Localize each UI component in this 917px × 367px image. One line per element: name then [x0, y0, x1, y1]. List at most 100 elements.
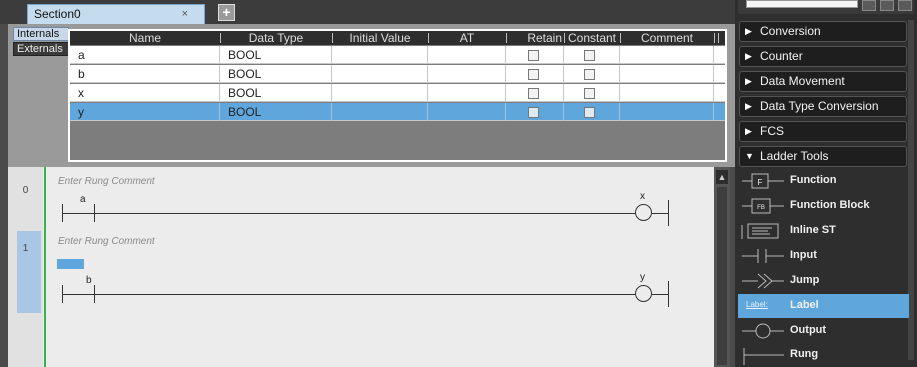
toolbox-item-jump[interactable]: Jump [738, 269, 909, 293]
table-row-selected[interactable]: y BOOL [70, 103, 725, 121]
search-option-button[interactable] [898, 0, 912, 11]
search-option-button[interactable] [880, 0, 894, 11]
variable-at[interactable] [428, 103, 506, 121]
rung-number: 1 [22, 243, 29, 254]
variable-at[interactable] [428, 65, 506, 83]
contact-variable[interactable]: a [80, 194, 86, 205]
variable-initial-value[interactable] [332, 103, 428, 121]
toolbox-category-counter[interactable]: ▶ Counter [739, 46, 907, 67]
constant-checkbox[interactable] [584, 50, 595, 61]
variable-name[interactable]: a [70, 46, 220, 64]
toolbox-category-conversion[interactable]: ▶ Conversion [739, 21, 907, 42]
variable-comment[interactable] [620, 46, 714, 64]
column-header-name[interactable]: Name [70, 31, 220, 45]
toolbox-category-data-movement[interactable]: ▶ Data Movement [739, 71, 907, 92]
output-coil[interactable] [635, 285, 652, 302]
svg-text:FB: FB [757, 205, 765, 211]
add-section-button[interactable]: + [218, 4, 235, 21]
toolbox-item-input[interactable]: Input [738, 244, 909, 268]
variable-name[interactable]: b [70, 65, 220, 83]
column-header-initial-value[interactable]: Initial Value [332, 31, 428, 45]
variable-name[interactable]: y [70, 103, 220, 121]
column-header-retain[interactable]: Retain [506, 31, 564, 45]
rung-label-marker[interactable] [57, 259, 84, 269]
rung-wire [94, 213, 640, 214]
variable-comment[interactable] [620, 103, 714, 121]
toolbox-item-label[interactable]: Label: Label [738, 294, 909, 318]
contact-variable[interactable]: b [86, 275, 92, 286]
inline-st-icon [741, 223, 779, 239]
variable-data-type[interactable]: BOOL [220, 103, 332, 121]
right-power-rail [668, 281, 669, 307]
column-header-constant[interactable]: Constant [564, 31, 620, 45]
collapsed-arrow-icon: ▶ [745, 101, 752, 111]
retain-checkbox[interactable] [528, 69, 539, 80]
ladder-editor[interactable]: 0 Enter Rung Comment a x 1 Enter Rung Co… [8, 167, 714, 367]
coil-variable[interactable]: x [640, 191, 645, 202]
toolbox-item-inline-st[interactable]: Inline ST [738, 219, 909, 243]
rung-comment[interactable]: Enter Rung Comment [58, 176, 155, 187]
retain-checkbox[interactable] [528, 50, 539, 61]
column-header-data-type[interactable]: Data Type [220, 31, 332, 45]
table-row[interactable]: x BOOL [70, 84, 725, 102]
toolbox-item-function[interactable]: F Function [738, 169, 909, 193]
tab-externals[interactable]: Externals [13, 42, 69, 56]
variable-initial-value[interactable] [332, 46, 428, 64]
column-header-at[interactable]: AT [428, 31, 506, 45]
output-coil[interactable] [635, 204, 652, 221]
variable-data-type[interactable]: BOOL [220, 84, 332, 102]
toolbox-item-output[interactable]: Output [738, 319, 909, 343]
category-label: Data Movement [760, 74, 845, 88]
retain-cell [506, 46, 564, 64]
retain-cell [506, 84, 564, 102]
close-icon[interactable]: × [182, 8, 188, 20]
rung-wire [94, 294, 640, 295]
toolbox-search-input[interactable] [746, 0, 858, 8]
constant-checkbox[interactable] [584, 88, 595, 99]
column-header-comment[interactable]: Comment [620, 31, 714, 45]
variable-name[interactable]: x [70, 84, 220, 102]
rung-comment[interactable]: Enter Rung Comment [58, 236, 155, 247]
toolbox-category-ladder-tools[interactable]: ▼ Ladder Tools [739, 146, 907, 167]
toolbox-category-fcs[interactable]: ▶ FCS [739, 121, 907, 142]
coil-variable[interactable]: y [640, 272, 645, 283]
item-label: Jump [790, 274, 820, 286]
scrollbar-track[interactable] [717, 187, 727, 365]
variable-comment[interactable] [620, 84, 714, 102]
variable-initial-value[interactable] [332, 84, 428, 102]
variable-at[interactable] [428, 46, 506, 64]
variable-initial-value[interactable] [332, 65, 428, 83]
constant-checkbox[interactable] [584, 69, 595, 80]
toolbox-item-rung[interactable]: Rung [738, 343, 909, 367]
table-row[interactable]: a BOOL [70, 46, 725, 64]
search-option-button[interactable] [862, 0, 876, 11]
variable-data-type[interactable]: BOOL [220, 46, 332, 64]
retain-cell [506, 65, 564, 83]
variable-at[interactable] [428, 84, 506, 102]
table-row[interactable]: b BOOL [70, 65, 725, 83]
item-label: Input [790, 249, 817, 261]
table-header: Name Data Type Initial Value AT Retain C… [70, 31, 725, 45]
jump-icon [742, 273, 784, 289]
toolbox-panel: ▶ Conversion ▶ Counter ▶ Data Movement ▶… [735, 0, 917, 367]
scroll-up-icon[interactable]: ▲ [716, 170, 728, 184]
retain-checkbox[interactable] [528, 88, 539, 99]
ladder-scrollbar[interactable]: ▲ [714, 167, 730, 367]
constant-cell [564, 65, 620, 83]
variable-data-type[interactable]: BOOL [220, 65, 332, 83]
category-label: Data Type Conversion [760, 99, 879, 113]
variable-comment[interactable] [620, 65, 714, 83]
contact-left-bar [62, 285, 63, 303]
retain-checkbox[interactable] [528, 107, 539, 118]
category-label: Ladder Tools [760, 149, 829, 163]
tab-section0[interactable]: Section0 × [27, 4, 205, 24]
ladder-editor-window: Section0 × + Internals Externals Name Da… [0, 0, 917, 367]
constant-checkbox[interactable] [584, 107, 595, 118]
toolbox-item-function-block[interactable]: FB Function Block [738, 194, 909, 218]
svg-text:F: F [758, 178, 763, 187]
tab-internals[interactable]: Internals [13, 27, 69, 41]
tab-label: Section0 [34, 7, 81, 21]
item-label: Output [790, 324, 827, 336]
constant-cell [564, 84, 620, 102]
toolbox-category-data-type-conversion[interactable]: ▶ Data Type Conversion [739, 96, 907, 117]
